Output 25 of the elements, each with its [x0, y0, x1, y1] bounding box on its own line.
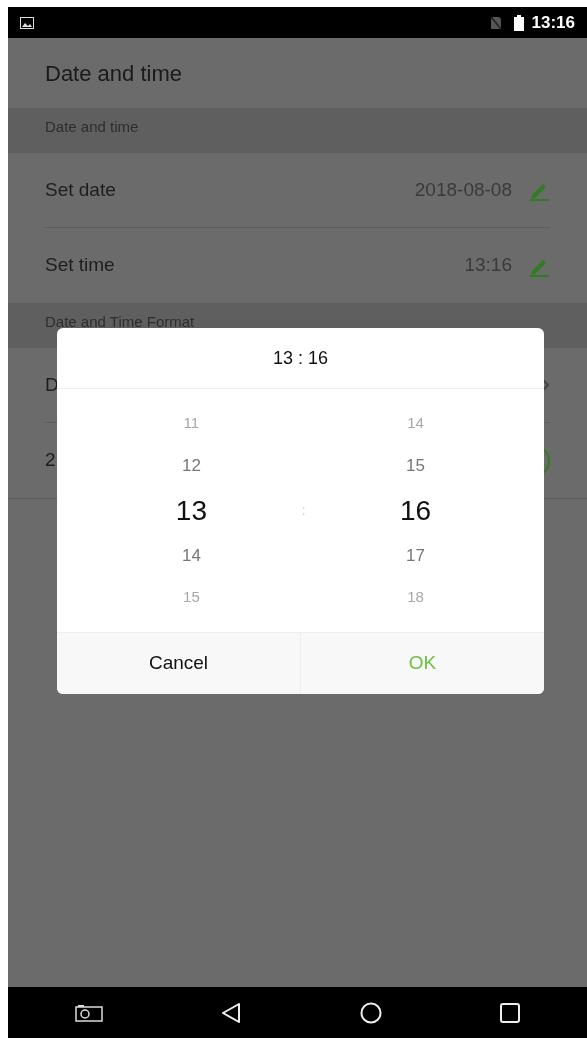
- row-label: Set time: [45, 253, 115, 278]
- time-separator: :: [301, 500, 306, 521]
- cancel-button[interactable]: Cancel: [57, 633, 300, 694]
- picker-value[interactable]: 18: [407, 575, 424, 620]
- status-time: 13:16: [531, 11, 575, 34]
- picker-value[interactable]: 14: [407, 401, 424, 446]
- recent-apps-icon[interactable]: [499, 1002, 520, 1023]
- camera-icon[interactable]: [75, 1003, 104, 1022]
- row-label: 2: [45, 448, 56, 473]
- row-label: Set date: [45, 177, 116, 202]
- picker-value[interactable]: 12: [181, 445, 201, 486]
- home-icon[interactable]: [359, 1001, 382, 1024]
- battery-icon: [513, 14, 524, 31]
- image-icon: [20, 16, 34, 29]
- picker-value[interactable]: 17: [406, 535, 426, 576]
- dialog-title: 13 : 16: [272, 346, 328, 370]
- picker-value[interactable]: 16: [400, 485, 432, 536]
- picker-value[interactable]: 13: [175, 485, 207, 536]
- picker-value[interactable]: 11: [183, 401, 200, 446]
- picker-value[interactable]: 15: [183, 575, 200, 620]
- no-sim-icon: [489, 15, 502, 30]
- picker-value[interactable]: 14: [181, 535, 201, 576]
- picker-value[interactable]: 15: [406, 445, 426, 486]
- back-icon[interactable]: [221, 1001, 242, 1024]
- page-title: Date and time: [45, 59, 182, 88]
